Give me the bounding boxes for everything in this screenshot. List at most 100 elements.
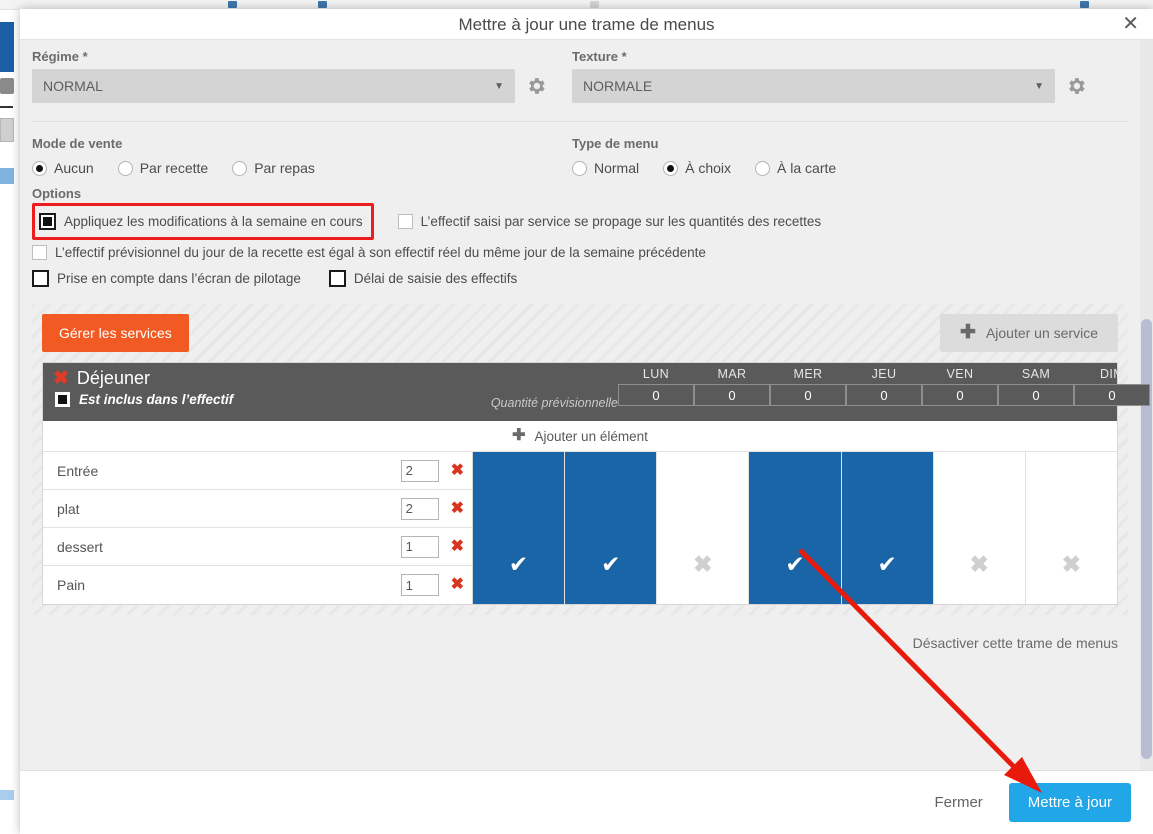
add-element-label: Ajouter un élément: [534, 428, 648, 444]
day-toggle-cell[interactable]: ✔: [565, 452, 658, 604]
elements-list: Entrée 2 ✖ plat 2 ✖ dessert 1 ✖ Pain 1 ✖: [43, 452, 473, 604]
gear-icon[interactable]: [1065, 75, 1087, 97]
delete-element-icon[interactable]: ✖: [451, 500, 464, 516]
day-quantity-input[interactable]: 0: [922, 384, 998, 406]
background-sidebar-icon: [0, 78, 14, 94]
day-toggle-cell[interactable]: ✖: [934, 452, 1026, 604]
element-name: dessert: [57, 538, 103, 555]
background-toolbar-icon: [318, 1, 327, 8]
radio-dot-icon: [232, 160, 248, 176]
cross-icon: ✖: [1061, 551, 1082, 577]
add-element-button[interactable]: ✚ Ajouter un élément: [43, 421, 1117, 452]
element-quantity-input[interactable]: 1: [400, 535, 439, 558]
element-name: plat: [57, 500, 80, 517]
element-quantity-input[interactable]: 2: [400, 497, 439, 520]
checkbox-label: Appliquez les modifications à la semaine…: [64, 214, 363, 229]
texture-select[interactable]: NORMALE ▼: [572, 69, 1055, 103]
background-toolbar-icon: [228, 1, 237, 8]
add-service-button[interactable]: ✚ Ajouter un service: [940, 314, 1118, 352]
delete-service-icon[interactable]: ✖: [53, 369, 69, 388]
chevron-down-icon: ▼: [1034, 80, 1044, 92]
day-toggle-cell[interactable]: ✖: [657, 452, 750, 604]
deactivate-menu-template-link[interactable]: Désactiver cette trame de menus: [913, 635, 1118, 651]
modal-header: Mettre à jour une trame de menus ✕: [20, 9, 1153, 39]
cross-icon: ✖: [693, 551, 713, 577]
texture-field: Texture * NORMALE ▼: [572, 49, 1112, 103]
checkbox-icon: [32, 245, 47, 260]
delete-element-icon[interactable]: ✖: [451, 577, 464, 593]
day-quantity-input[interactable]: 0: [846, 384, 922, 406]
check-icon: ✔: [601, 551, 621, 577]
radio-dot-icon: [32, 160, 47, 176]
radio-menu-type-a-la-carte[interactable]: À la carte: [755, 160, 836, 176]
service-header: ✖ Déjeuner Est inclus dans l’effectif Qu…: [43, 363, 1150, 421]
checkbox-propagate-quantities[interactable]: L’effectif saisi par service se propage …: [397, 209, 821, 234]
radio-label: Par recette: [139, 160, 209, 176]
day-quantity-input[interactable]: 0: [998, 384, 1074, 406]
radio-dot-icon: [663, 160, 679, 176]
day-column: DIM 0: [1074, 363, 1150, 421]
day-toggle-cell[interactable]: ✔: [749, 452, 842, 604]
radio-label: À choix: [685, 160, 732, 176]
day-header: DIM: [1099, 367, 1125, 381]
checkbox-forecast-equals-previous-week[interactable]: L’effectif prévisionnel du jour de la re…: [32, 240, 706, 265]
element-quantity-input[interactable]: 1: [400, 574, 439, 596]
texture-value: NORMALE: [583, 78, 653, 94]
sale-mode-group: Mode de vente Aucun Par recette Par repa…: [32, 136, 572, 176]
radio-dot-icon: [572, 160, 587, 176]
radio-sale-mode-aucun[interactable]: Aucun: [32, 160, 94, 176]
checkbox-icon[interactable]: [55, 392, 70, 407]
manage-services-button[interactable]: Gérer les services: [42, 314, 189, 352]
day-header: VEN: [946, 367, 974, 381]
background-sidebar-block: [0, 22, 14, 72]
day-quantity-input[interactable]: 0: [618, 384, 694, 406]
gear-icon[interactable]: [525, 75, 547, 97]
day-columns: LUN 0 MAR 0 MER 0 JEU 0 VEN 0 SAM 0 DIM 0: [618, 363, 1150, 421]
regime-select[interactable]: NORMAL ▼: [32, 69, 515, 103]
delete-element-icon[interactable]: ✖: [451, 462, 464, 478]
radio-menu-type-a-choix[interactable]: À choix: [663, 160, 731, 176]
day-quantity-input[interactable]: 0: [694, 384, 770, 406]
table-row: Pain 1 ✖: [43, 566, 472, 604]
close-button[interactable]: Fermer: [924, 786, 992, 819]
highlight-annotation-box: Appliquez les modifications à la semaine…: [32, 203, 374, 240]
checkbox-apply-current-week[interactable]: Appliquez les modifications à la semaine…: [39, 208, 363, 235]
day-header: LUN: [642, 367, 670, 381]
background-sidebar-arrow-icon: [0, 168, 14, 184]
radio-menu-type-normal[interactable]: Normal: [572, 160, 639, 176]
forecast-quantity-label: Quantité prévisionnelle: [490, 396, 618, 410]
regime-label: Régime *: [32, 49, 88, 64]
checkbox-icon: [397, 214, 413, 229]
sale-mode-title: Mode de vente: [32, 136, 123, 151]
table-row: Entrée 2 ✖: [43, 452, 472, 490]
radio-label: Normal: [594, 160, 640, 176]
day-toggle-cell[interactable]: ✔: [841, 452, 934, 604]
day-quantity-input[interactable]: 0: [770, 384, 846, 406]
checkbox-include-in-pilot-screen[interactable]: Prise en compte dans l’écran de pilotage: [32, 265, 301, 292]
element-name: Pain: [57, 577, 86, 593]
update-button[interactable]: Mettre à jour: [1008, 783, 1131, 822]
radio-label: Aucun: [54, 160, 94, 176]
menu-type-group: Type de menu Normal À choix À la carte: [572, 136, 836, 176]
service-name: Déjeuner: [76, 368, 150, 388]
radio-sale-mode-par-recette[interactable]: Par recette: [117, 160, 209, 176]
radio-label: À la carte: [777, 160, 837, 176]
day-column: MAR 0: [694, 363, 770, 421]
day-cells-grid: ✔ ✔ ✖ ✔ ✔ ✖ ✖: [473, 452, 1117, 604]
delete-element-icon[interactable]: ✖: [451, 538, 464, 554]
radio-sale-mode-par-repas[interactable]: Par repas: [232, 160, 315, 176]
day-header: SAM: [1021, 367, 1051, 381]
day-quantity-input[interactable]: 0: [1074, 384, 1150, 406]
modal-body: Régime * NORMAL ▼ Texture * NORMALE ▼ Mo…: [20, 39, 1153, 770]
included-in-headcount-label: Est inclus dans l’effectif: [79, 392, 234, 407]
table-row: plat 2 ✖: [43, 490, 472, 528]
day-toggle-cell[interactable]: ✔: [473, 452, 566, 604]
element-quantity-input[interactable]: 2: [400, 459, 439, 482]
day-toggle-cell[interactable]: ✖: [1026, 452, 1117, 604]
checkbox-entry-deadline[interactable]: Délai de saisie des effectifs: [328, 265, 517, 292]
close-icon[interactable]: ✕: [1122, 14, 1139, 34]
check-icon: ✔: [508, 551, 529, 577]
regime-field: Régime * NORMAL ▼: [32, 49, 572, 103]
background-sidebar-divider: [0, 106, 13, 108]
background-toolbar-icon: [590, 1, 599, 8]
